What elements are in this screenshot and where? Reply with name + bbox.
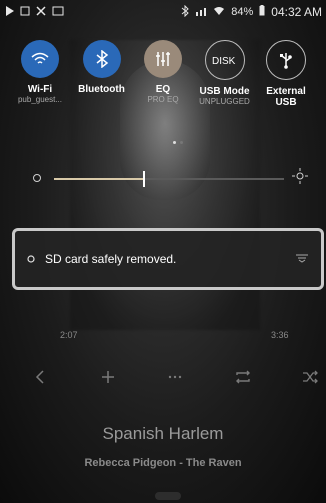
elapsed-time: 2:07: [60, 330, 78, 340]
artist-album: Rebecca Pidgeon - The Raven: [84, 457, 242, 469]
bluetooth-icon: [181, 4, 190, 20]
tile-label: USB Mode: [199, 86, 250, 97]
tile-label: EQ: [155, 84, 171, 95]
usb-icon: [266, 40, 306, 80]
play-icon: [6, 5, 14, 19]
page-indicator: [173, 141, 183, 144]
chevron-down-icon[interactable]: [295, 250, 309, 268]
status-bar: 84% 04:32 AM: [0, 0, 326, 24]
repeat-icon[interactable]: [233, 367, 253, 387]
quick-settings-panel: Wi-Fi pub_guest... Bluetooth EQ PRO EQ D…: [0, 26, 326, 212]
total-time: 3:36: [271, 330, 289, 340]
brightness-fill: [54, 178, 144, 180]
notification-dot-icon: [27, 250, 35, 268]
more-icon[interactable]: [165, 367, 185, 387]
brightness-slider[interactable]: [32, 168, 322, 190]
tile-bluetooth[interactable]: Bluetooth: [74, 40, 130, 109]
tile-label: Wi-Fi: [27, 84, 53, 95]
shuffle-icon[interactable]: [300, 367, 320, 387]
tile-label: Bluetooth: [78, 84, 125, 95]
now-playing-screen: 84% 04:32 AM Wi-Fi pub_guest... Bluetoot…: [0, 0, 326, 503]
quick-settings-row: Wi-Fi pub_guest... Bluetooth EQ PRO EQ D…: [0, 40, 326, 109]
battery-percent: 84%: [231, 6, 254, 18]
signal-icon: [195, 6, 207, 19]
add-icon[interactable]: [98, 367, 118, 387]
tile-sub: pub_guest...: [17, 95, 63, 104]
song-title: Spanish Harlem: [102, 424, 224, 443]
brightness-thumb[interactable]: [143, 171, 145, 187]
brightness-track[interactable]: [54, 171, 284, 187]
notification-card[interactable]: SD card safely removed.: [12, 228, 324, 290]
bluetooth-icon: [82, 40, 121, 78]
wifi-icon: [21, 40, 59, 78]
eq-icon: [144, 40, 182, 78]
no-signal-icon: [36, 5, 46, 19]
battery-icon: [259, 5, 265, 19]
bottom-indicator: [155, 492, 181, 500]
clock: 04:32 AM: [271, 5, 322, 19]
display-icon: [52, 6, 64, 19]
back-icon[interactable]: [30, 367, 50, 387]
tile-sub: PRO EQ: [147, 95, 179, 104]
tile-wifi[interactable]: Wi-Fi pub_guest...: [12, 40, 68, 109]
tile-usb-mode[interactable]: DISK USB Mode UNPLUGGED: [197, 40, 253, 109]
tile-external-usb[interactable]: External USB: [258, 40, 314, 109]
tile-label: External USB: [266, 86, 306, 108]
media-icon: [20, 6, 30, 19]
disk-icon: DISK: [204, 40, 245, 80]
page-dot: [173, 141, 176, 144]
svg-text:DISK: DISK: [212, 56, 236, 66]
notification-text: SD card safely removed.: [45, 252, 177, 266]
player-controls: [30, 362, 320, 392]
tile-eq[interactable]: EQ PRO EQ: [135, 40, 191, 109]
page-dot: [180, 141, 183, 144]
brightness-low-icon: [32, 170, 42, 188]
wifi-icon: [213, 6, 225, 19]
tile-sub: UNPLUGGED: [199, 97, 250, 106]
brightness-high-icon: [292, 168, 308, 189]
